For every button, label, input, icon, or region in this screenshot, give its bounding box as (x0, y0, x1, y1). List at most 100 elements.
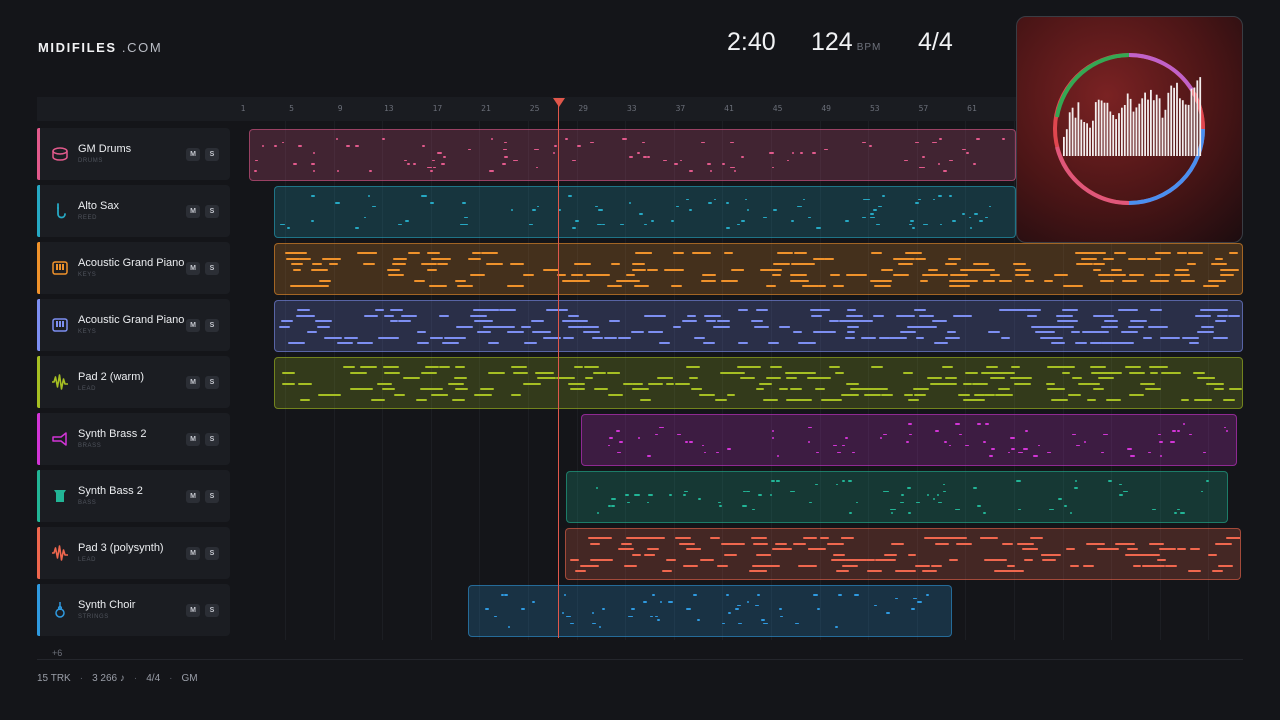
midi-note (880, 268, 894, 271)
midi-note (828, 399, 843, 401)
midi-note (389, 309, 404, 311)
midi-note (714, 198, 717, 201)
midi-note (737, 342, 748, 344)
midi-note (898, 263, 913, 265)
midi-note (1061, 371, 1070, 374)
mute-button[interactable]: M (186, 490, 200, 503)
midi-note (817, 608, 820, 610)
midi-note (832, 553, 845, 556)
track-header[interactable]: Acoustic Grand Piano KEYS M S (37, 299, 230, 351)
midi-note (697, 498, 702, 500)
midi-note (653, 537, 666, 539)
track-header[interactable]: Pad 3 (polysynth) LEAD M S (37, 527, 230, 579)
ruler-bar-label: 21 (481, 104, 491, 113)
track-header[interactable]: Acoustic Grand Piano KEYS M S (37, 242, 230, 294)
track-header[interactable]: Alto Sax REED M S (37, 185, 230, 237)
midi-note (723, 553, 737, 556)
midi-note (765, 564, 781, 567)
midi-note (772, 263, 791, 265)
midi-clip[interactable] (566, 471, 1228, 523)
midi-clip[interactable] (274, 186, 1016, 238)
playhead-marker[interactable] (553, 98, 565, 107)
midi-note (850, 388, 864, 390)
midi-clip[interactable] (274, 243, 1243, 295)
mute-button[interactable]: M (186, 319, 200, 332)
midi-note (406, 163, 410, 165)
track-header[interactable]: GM Drums DRUMS M S (37, 128, 230, 180)
solo-button[interactable]: S (205, 376, 219, 389)
track-header[interactable]: Pad 2 (warm) LEAD M S (37, 356, 230, 408)
midi-note (966, 152, 969, 154)
midi-note (1048, 508, 1054, 511)
midi-clip[interactable] (565, 528, 1241, 580)
midi-note (683, 494, 686, 496)
midi-note (846, 309, 856, 311)
solo-button[interactable]: S (205, 604, 219, 617)
midi-note (742, 505, 748, 507)
solo-button[interactable]: S (205, 148, 219, 161)
mute-button[interactable]: M (186, 376, 200, 389)
midi-note (1029, 537, 1044, 539)
midi-note (830, 274, 841, 276)
midi-note (900, 494, 904, 496)
brand-logo[interactable]: MIDIFILES .COM (38, 40, 162, 55)
midi-note (583, 366, 600, 368)
solo-button[interactable]: S (205, 262, 219, 275)
midi-note (1151, 508, 1156, 511)
track-category: DRUMS (78, 158, 103, 164)
spectrum-bar (1190, 88, 1193, 156)
midi-note (878, 336, 891, 339)
midi-note (1203, 285, 1220, 287)
midi-note (875, 223, 881, 226)
midi-note (293, 163, 298, 165)
solo-button[interactable]: S (205, 547, 219, 560)
midi-note (845, 382, 859, 385)
midi-clip[interactable] (468, 585, 952, 637)
solo-button[interactable]: S (205, 433, 219, 446)
midi-note (902, 570, 916, 572)
midi-note (943, 170, 948, 172)
midi-note (947, 331, 956, 333)
playhead-line[interactable] (558, 105, 559, 638)
mute-button[interactable]: M (186, 205, 200, 218)
more-tracks-indicator[interactable]: +6 (52, 648, 62, 658)
midi-note (1025, 430, 1029, 432)
midi-clip[interactable] (581, 414, 1237, 466)
mute-button[interactable]: M (186, 148, 200, 161)
midi-clip[interactable] (274, 300, 1243, 352)
midi-note (945, 377, 958, 379)
ruler-bar-label: 17 (432, 104, 443, 113)
midi-note (1099, 279, 1115, 282)
midi-note (811, 314, 823, 317)
midi-note (795, 622, 800, 625)
midi-note (855, 501, 859, 504)
midi-note (817, 285, 826, 287)
mute-button[interactable]: M (186, 433, 200, 446)
midi-note (644, 314, 660, 317)
mute-button[interactable]: M (186, 604, 200, 617)
track-header[interactable]: Synth Choir STRINGS M S (37, 584, 230, 636)
midi-note (980, 371, 999, 374)
midi-note (285, 257, 300, 260)
time-signature-display: 4/4 (918, 28, 953, 56)
midi-note (730, 141, 734, 144)
solo-button[interactable]: S (205, 319, 219, 332)
track-header[interactable]: Synth Bass 2 BASS M S (37, 470, 230, 522)
midi-note (412, 163, 417, 165)
mute-button[interactable]: M (186, 547, 200, 560)
midi-note (982, 279, 995, 282)
mute-button[interactable]: M (186, 262, 200, 275)
midi-note (753, 325, 769, 328)
solo-button[interactable]: S (205, 490, 219, 503)
track-header[interactable]: Synth Brass 2 BRASS M S (37, 413, 230, 465)
midi-note (814, 483, 819, 486)
midi-clip[interactable] (249, 129, 1016, 181)
midi-note (507, 285, 525, 287)
midi-note (766, 377, 781, 379)
midi-note (403, 377, 420, 379)
solo-button[interactable]: S (205, 205, 219, 218)
midi-note (771, 274, 781, 276)
midi-note (768, 342, 779, 344)
midi-clip[interactable] (274, 357, 1243, 409)
midi-note (763, 399, 779, 401)
